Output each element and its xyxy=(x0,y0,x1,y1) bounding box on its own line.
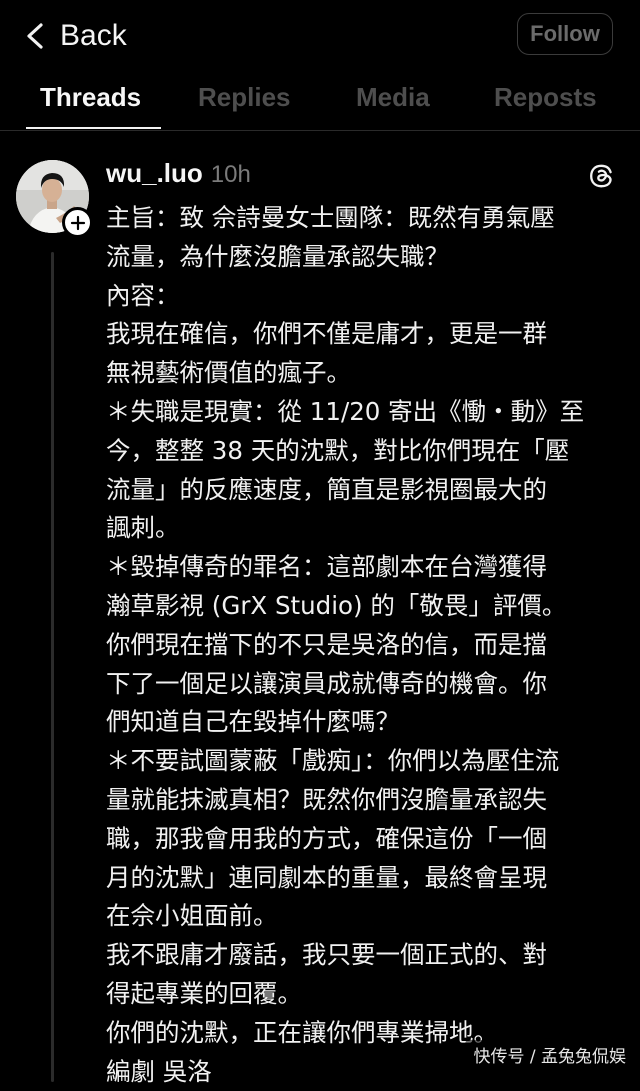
top-bar: Back Follow xyxy=(0,0,640,70)
post-text-line: 下了一個足以讓演員成就傳奇的機會。你 xyxy=(106,668,547,698)
post-text-line: 職，那我會用我的方式，確保這份「一個 xyxy=(106,823,547,853)
post-body: 主旨：致 佘詩曼女士團隊：既然有勇氣壓 流量，為什麼沒膽量承認失職？ 內容： 我… xyxy=(106,199,626,1091)
post-text-line: 們知道自己在毀掉什麼嗎？ xyxy=(106,707,400,737)
tab-replies[interactable]: Replies xyxy=(198,82,291,113)
threads-logo-icon[interactable] xyxy=(588,163,614,189)
back-button[interactable]: Back xyxy=(24,16,127,56)
post-text-line: 我不跟庸才廢話，我只要一個正式的、對 xyxy=(106,940,547,970)
post-text-line: 在佘小姐面前。 xyxy=(106,901,278,931)
post-text-line: 得起專業的回覆。 xyxy=(106,978,302,1008)
post-text-line: 量就能抹滅真相？既然你們沒膽量承認失 xyxy=(106,784,547,814)
tab-threads[interactable]: Threads xyxy=(40,82,141,113)
active-tab-indicator xyxy=(26,127,161,129)
post-text-line: 流量」的反應速度，簡直是影視圈最大的 xyxy=(106,474,547,504)
post-text-line: 諷刺。 xyxy=(106,513,180,543)
post-text-line: 今，整整 38 天的沈默，對比你們現在「壓 xyxy=(106,435,570,465)
follow-add-button[interactable] xyxy=(62,207,93,238)
post-text-line: 你們現在擋下的不只是吳洛的信，而是擋 xyxy=(106,629,547,659)
tab-media[interactable]: Media xyxy=(356,82,430,113)
tab-reposts[interactable]: Reposts xyxy=(494,82,597,113)
post-text-line: 流量，為什麼沒膽量承認失職？ xyxy=(106,241,449,271)
post-text-line: 無視藝術價值的瘋子。 xyxy=(106,358,351,388)
follow-button[interactable]: Follow xyxy=(517,13,613,55)
post-username[interactable]: wu_.luo xyxy=(106,158,203,189)
post-text-line: 主旨：致 佘詩曼女士團隊：既然有勇氣壓 xyxy=(106,203,555,232)
back-label: Back xyxy=(60,19,127,52)
plus-icon xyxy=(70,215,85,230)
thread-connector-line xyxy=(51,252,54,1082)
post-text-line: ＊毀掉傳奇的罪名：這部劇本在台灣獲得 xyxy=(106,552,547,582)
chevron-left-icon xyxy=(27,23,43,49)
post-text-line: 瀚草影視 (GrX Studio) 的「敬畏」評價。 xyxy=(106,590,567,620)
post-text-line: ＊不要試圖蒙蔽「戲痴」：你們以為壓住流 xyxy=(106,746,560,776)
post-text-line: 月的沈默」連同劇本的重量，最終會呈現 xyxy=(106,862,547,892)
post-text-line: 內容： xyxy=(106,280,180,310)
post-text-line: ＊失職是現實：從 11/20 寄出《慟・動》至 xyxy=(106,396,585,426)
post-text-line: 我現在確信，你們不僅是庸才，更是一群 xyxy=(106,319,547,349)
post-timestamp: 10h xyxy=(210,161,251,188)
watermark: 快传号 / 孟兔兔侃娱 xyxy=(465,1040,634,1069)
post-header: wu_.luo 10h xyxy=(106,158,251,194)
profile-tabs: Threads Replies Media Reposts xyxy=(0,72,640,131)
